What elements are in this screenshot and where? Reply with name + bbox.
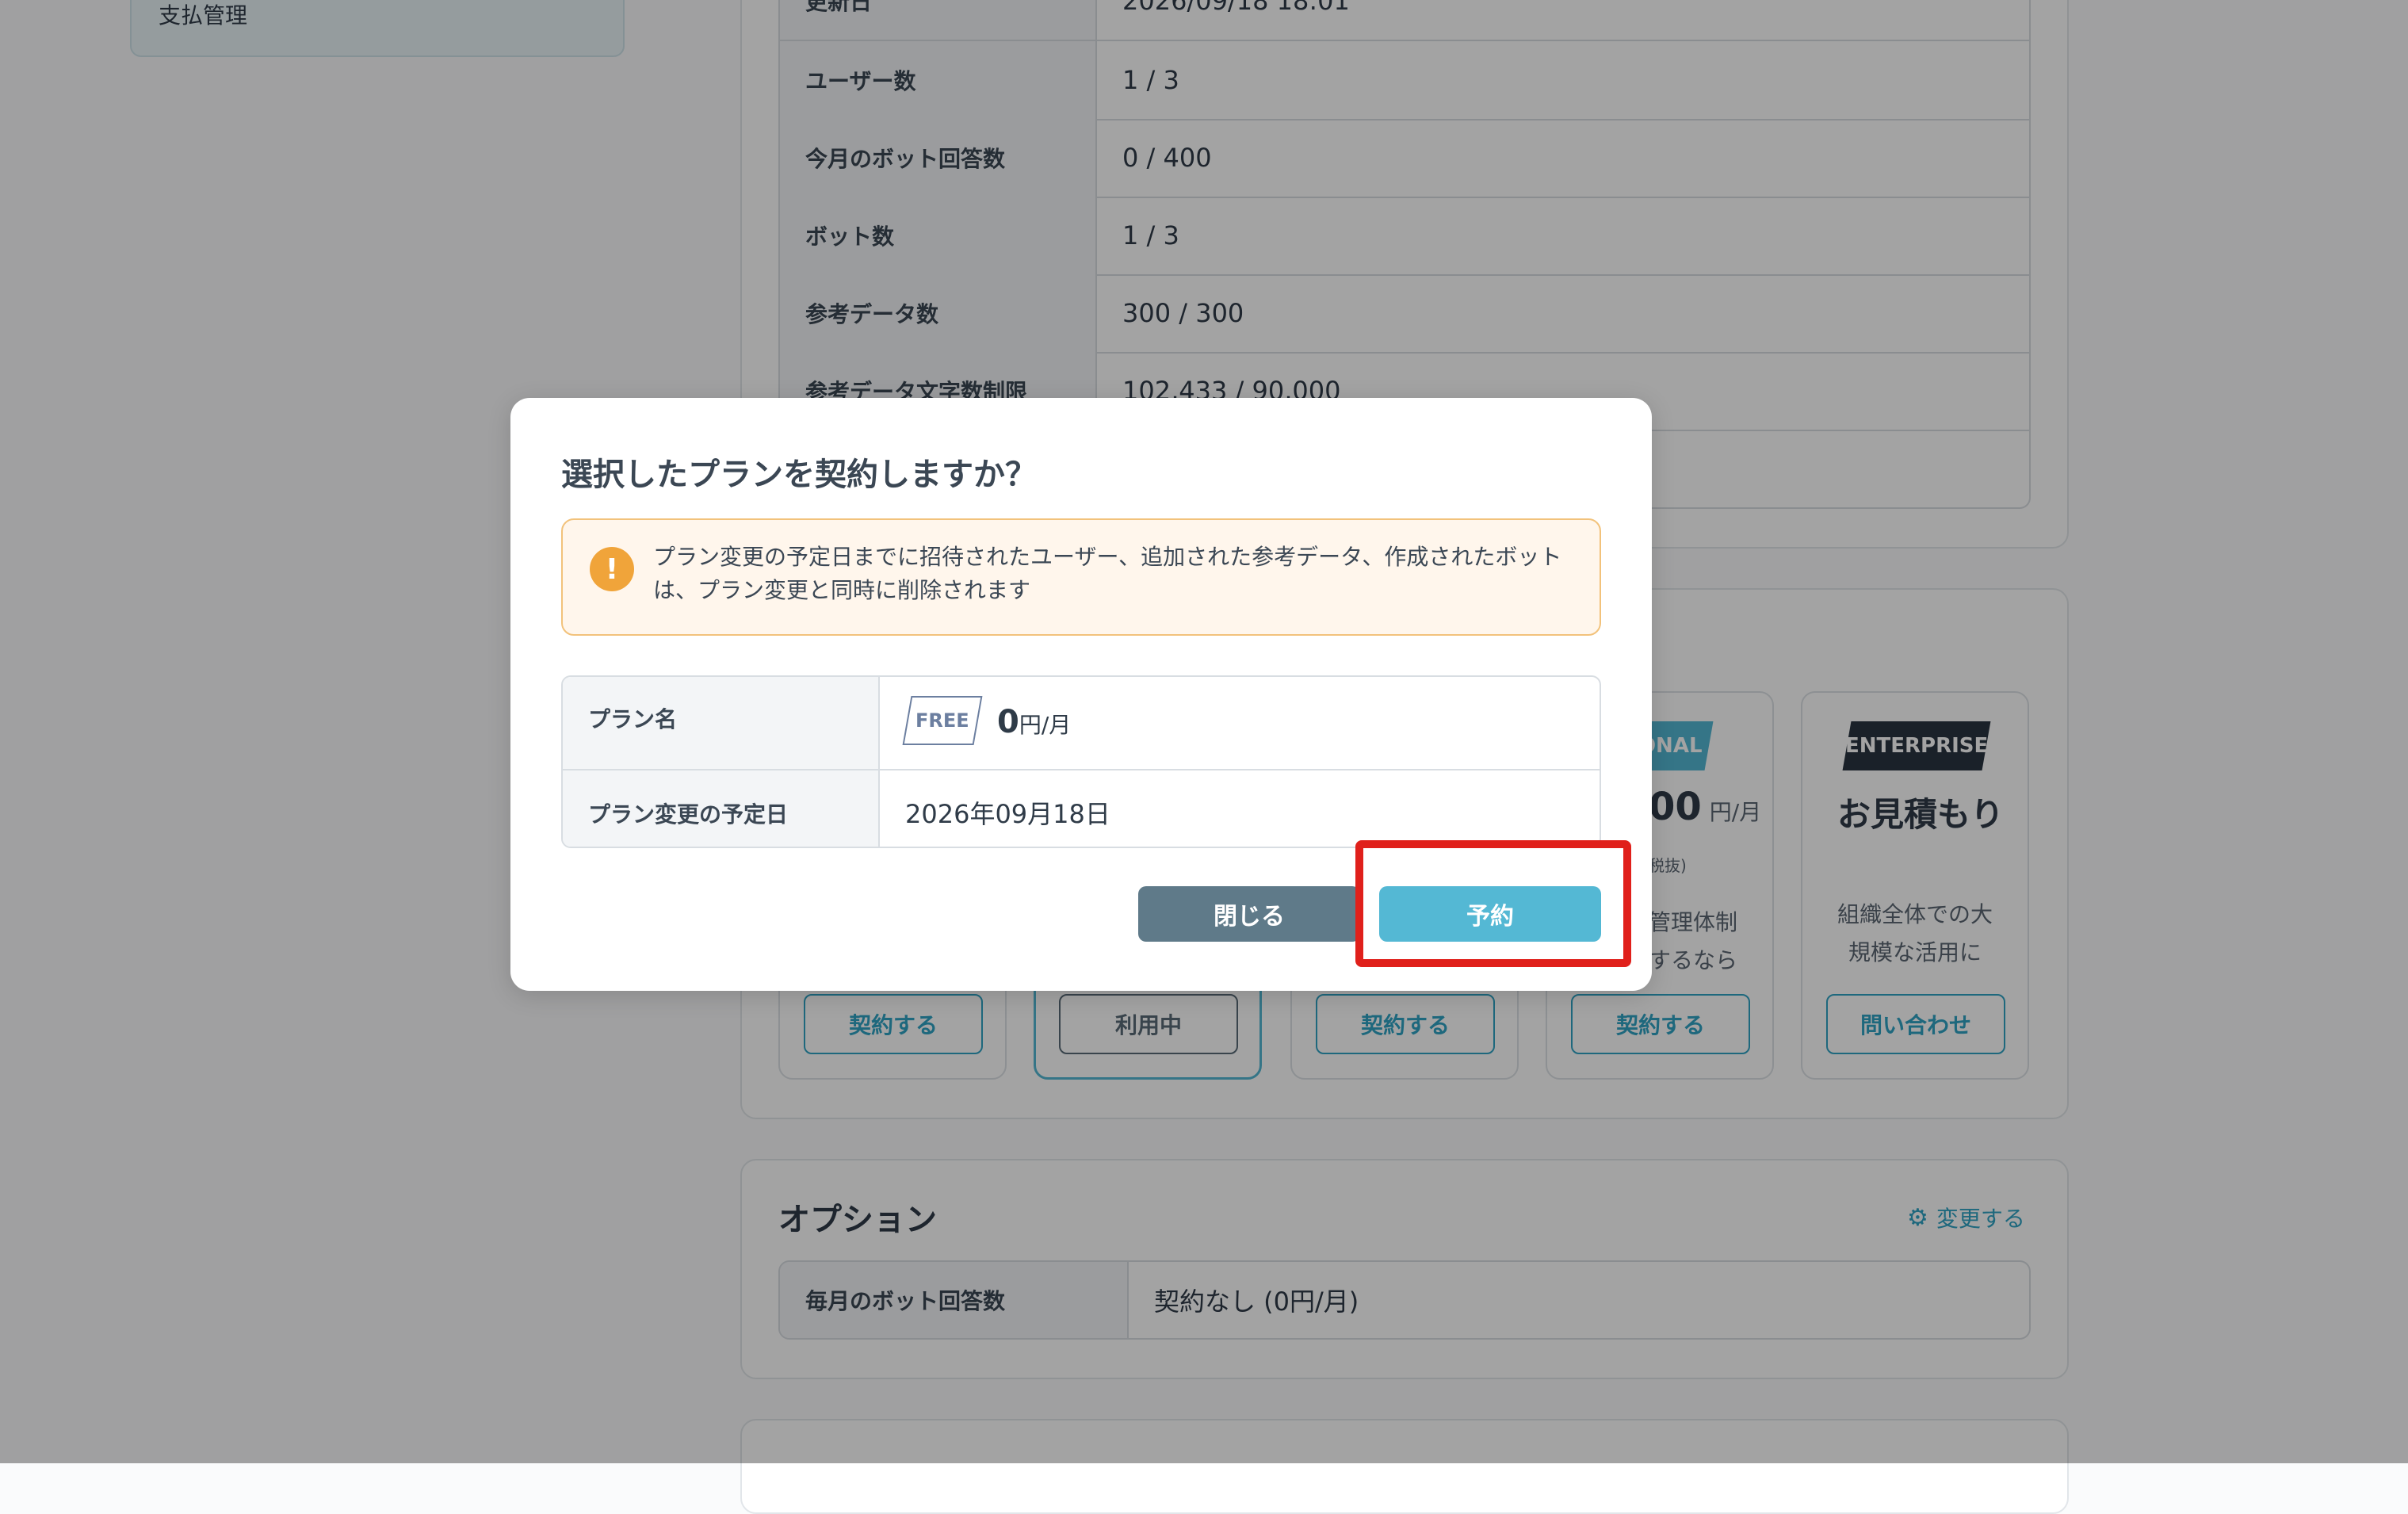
table-row: プラン変更の予定日 2026年09月18日	[563, 770, 1600, 847]
dialog-title: 選択したプランを契約しますか？	[561, 457, 1037, 493]
warning-alert: ! プラン変更の予定日までに招待されたユーザー、追加された参考データ、作成された…	[561, 518, 1601, 636]
plan-summary-table: プラン名 FREE 0円/月 プラン変更の予定日 2026年09月18日	[561, 675, 1601, 848]
highlight-box	[1355, 840, 1631, 967]
plan-name-label: プラン名	[563, 677, 880, 769]
change-date-label: プラン変更の予定日	[563, 770, 880, 847]
warning-text: プラン変更の予定日までに招待されたユーザー、追加された参考データ、作成されたボッ…	[653, 544, 1562, 603]
table-row: プラン名 FREE 0円/月	[563, 677, 1600, 770]
close-button[interactable]: 閉じる	[1138, 886, 1360, 942]
free-plan-badge: FREE	[902, 696, 983, 745]
plan-price: 0円/月	[997, 704, 1072, 740]
change-date-value: 2026年09月18日	[905, 799, 1110, 829]
warning-icon: !	[590, 547, 634, 591]
